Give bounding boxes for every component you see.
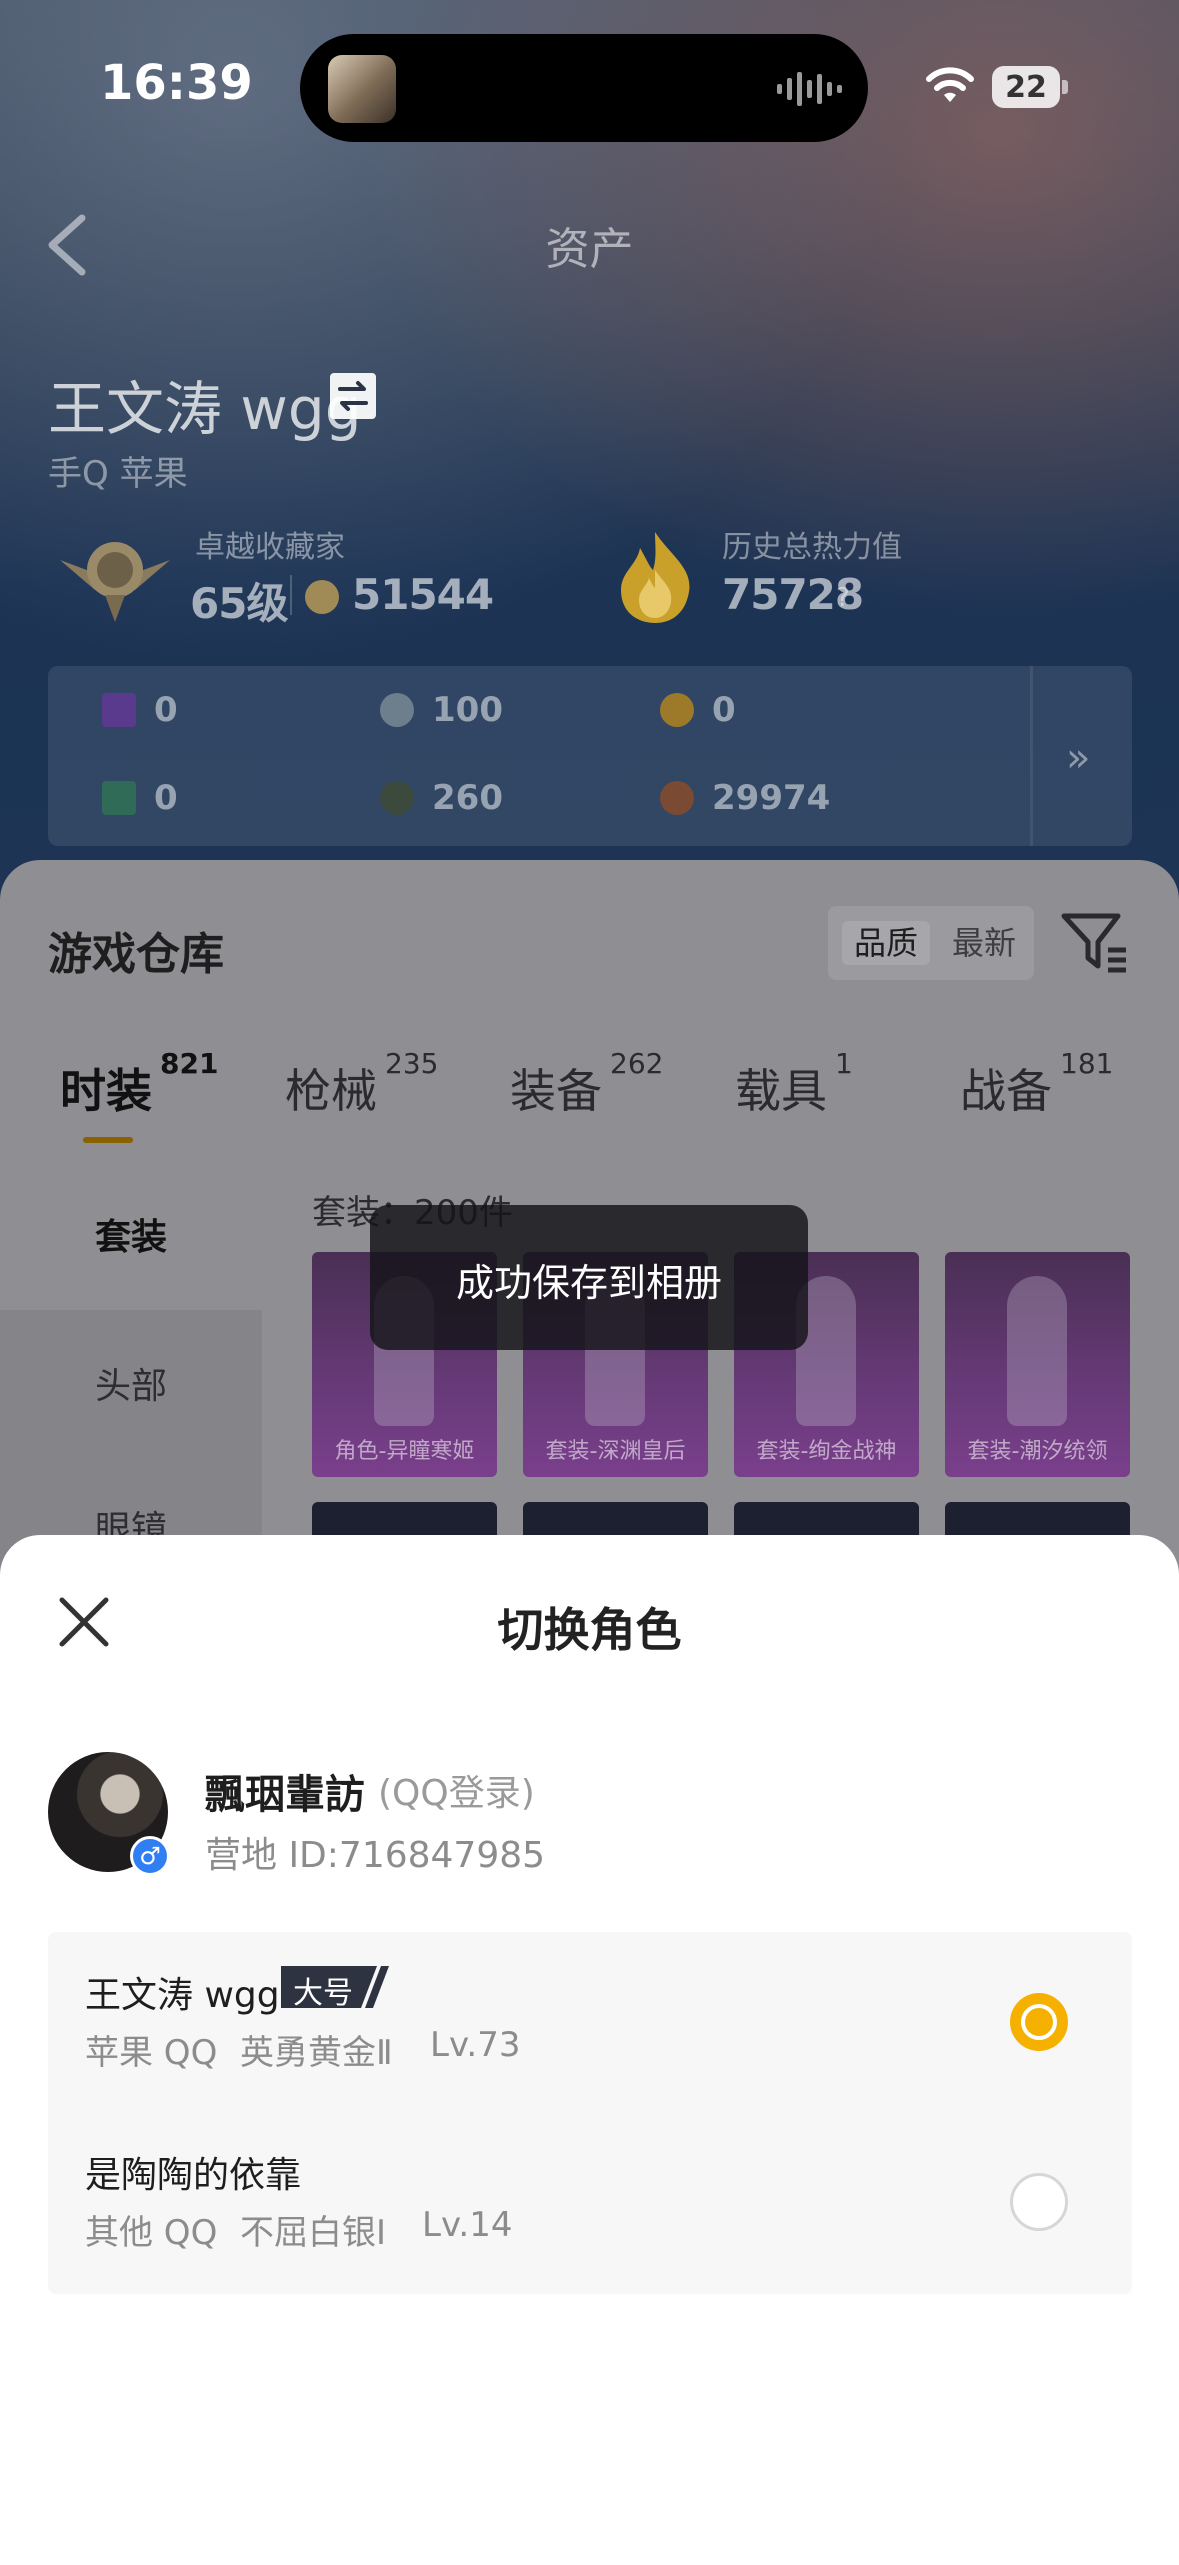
tab-label: 枪械 (285, 1064, 377, 1118)
currency-panel[interactable] (48, 666, 1132, 846)
divider (290, 575, 292, 615)
role-item[interactable] (48, 1932, 1132, 2112)
flame-icon (621, 532, 690, 623)
currency-value: 29974 (712, 778, 831, 818)
divider (1030, 666, 1033, 846)
tab-count: 235 (385, 1047, 439, 1080)
tab-count: 262 (610, 1047, 664, 1080)
account-login-type: (QQ登录) (378, 1773, 535, 1814)
toast-message: 成功保存到相册 (455, 1261, 722, 1305)
account-name: 飄珚輩訪 (205, 1772, 365, 1818)
role-platform: 其他 QQ (85, 2213, 218, 2253)
tab-label: 战备 (960, 1064, 1052, 1118)
battery-icon: 22 (992, 66, 1068, 108)
role-radio-selected[interactable] (1010, 1993, 1068, 2051)
player-name: 王文涛 wgg (48, 375, 362, 443)
role-item[interactable] (48, 2112, 1132, 2294)
active-tab-indicator (83, 1137, 133, 1143)
currency-value: 260 (432, 778, 503, 818)
collector-emblem-icon (60, 542, 170, 622)
role-rank: 英勇黄金Ⅱ (240, 2033, 393, 2073)
sort-by-quality-button[interactable]: 品质 (842, 921, 930, 965)
heat-help-icon[interactable]: ? (836, 583, 850, 613)
role-rank: 不屈白银Ⅰ (240, 2213, 387, 2253)
tab-count: 1 (835, 1047, 853, 1080)
role-name: 王文涛 wgg (85, 1975, 280, 2016)
tab-label: 时装 (60, 1064, 152, 1118)
category-head[interactable]: 头部 (0, 1357, 262, 1409)
dark-orb-icon (380, 781, 414, 815)
collector-label: 卓越收藏家 (195, 530, 345, 565)
coin-icon (305, 580, 339, 614)
item-label: 套装-绚金战神 (756, 1439, 897, 1464)
tab-label: 载具 (735, 1064, 827, 1118)
bronze-orb-icon (660, 781, 694, 815)
role-name: 是陶陶的依靠 (85, 2155, 302, 2196)
category-suits[interactable]: 套装 (0, 1208, 262, 1260)
role-level: Lv.14 (422, 2205, 513, 2245)
role-level: Lv.73 (430, 2025, 521, 2065)
currency-value: 0 (712, 690, 736, 730)
status-time: 16:39 (100, 55, 253, 111)
page-title: 资产 (545, 224, 634, 275)
sort-by-latest-button[interactable]: 最新 (944, 921, 1024, 965)
tab-fashion[interactable]: 时装821 (60, 1047, 218, 1121)
gold-coin-icon (660, 693, 694, 727)
sheet-title: 切换角色 (497, 1603, 682, 1657)
role-radio-unselected[interactable] (1010, 2173, 1068, 2231)
tab-count: 821 (160, 1047, 219, 1080)
more-currencies-button[interactable]: » (1066, 735, 1090, 781)
heat-label: 历史总热力值 (722, 530, 902, 565)
account-id: 营地 ID:716847985 (205, 1835, 546, 1876)
audio-wave-icon (777, 72, 842, 106)
currency-value: 0 (154, 690, 178, 730)
battery-level: 22 (1005, 70, 1047, 105)
tab-label: 装备 (510, 1064, 602, 1118)
tab-equipment[interactable]: 装备262 (510, 1047, 663, 1121)
item-label: 套装-深渊皇后 (545, 1439, 686, 1464)
now-playing-thumbnail (328, 55, 396, 123)
player-level: 65级 (190, 579, 288, 628)
green-card-icon (102, 781, 136, 815)
player-platform: 手Q 苹果 (48, 454, 188, 494)
purple-card-icon (102, 693, 136, 727)
tab-count: 181 (1060, 1047, 1114, 1080)
main-account-badge-label: 大号 (293, 1976, 353, 2011)
currency-value: 0 (154, 778, 178, 818)
warehouse-title: 游戏仓库 (48, 929, 224, 980)
role-platform: 苹果 QQ (85, 2033, 218, 2073)
item-figure (1007, 1276, 1067, 1426)
tab-vehicles[interactable]: 载具1 (735, 1047, 853, 1121)
coin-count: 51544 (352, 570, 494, 619)
male-icon: ♂ (130, 1836, 170, 1876)
tab-weapons[interactable]: 枪械235 (285, 1047, 438, 1121)
wifi-icon (926, 67, 974, 102)
item-label: 角色-异瞳寒姬 (334, 1439, 475, 1464)
silver-coin-icon (380, 693, 414, 727)
item-card[interactable]: 套装-潮汐统领 (945, 1252, 1130, 1477)
tab-supplies[interactable]: 战备181 (960, 1047, 1113, 1121)
item-label: 套装-潮汐统领 (967, 1439, 1108, 1464)
currency-value: 100 (432, 690, 503, 730)
filter-icon[interactable] (1060, 910, 1130, 974)
switch-role-icon[interactable] (330, 373, 376, 419)
